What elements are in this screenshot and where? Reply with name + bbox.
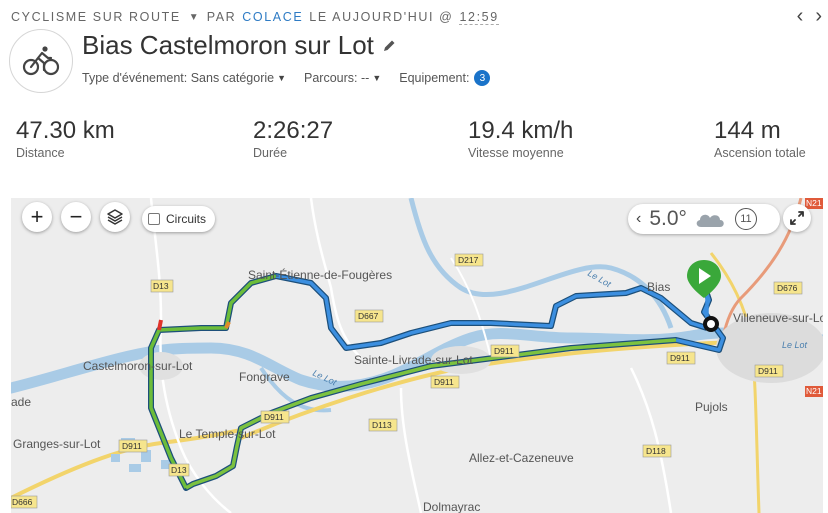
place-label: Allez-et-Cazeneuve <box>469 451 574 465</box>
road-label: N21 <box>806 386 822 396</box>
by-label: PAR <box>206 10 237 24</box>
activity-time[interactable]: 12:59 <box>459 10 499 25</box>
place-label: Sainte-Livrade-sur-Lot <box>354 353 473 367</box>
circuits-label: Circuits <box>166 212 207 226</box>
course-label: Parcours: -- <box>304 71 370 85</box>
stat-total-ascent: 144 m Ascension totale <box>714 117 806 160</box>
activity-pager: ‹ › <box>797 6 822 26</box>
place-label: Granges-sur-Lot <box>13 437 101 451</box>
stat-distance: 47.30 km Distance <box>16 117 115 160</box>
zoom-in-icon[interactable]: + <box>22 202 52 232</box>
stat-label: Vitesse moyenne <box>468 146 564 160</box>
stat-label: Durée <box>253 146 288 160</box>
stat-value: 47.30 km <box>16 117 115 144</box>
activity-type-label[interactable]: CYCLISME SUR ROUTE <box>11 10 181 24</box>
chevron-down-icon: ▼ <box>372 73 382 83</box>
activity-type-dropdown-icon[interactable]: ▼ <box>189 12 199 23</box>
equipment-selector[interactable]: Equipement: 3 <box>399 70 491 86</box>
road-label: D666 <box>12 497 33 507</box>
stat-average-speed: 19.4 km/h Vitesse moyenne <box>468 117 573 160</box>
stat-value: 144 m <box>714 117 781 144</box>
activity-title-text[interactable]: Bias Castelmoron sur Lot <box>82 30 374 61</box>
next-activity-icon[interactable]: › <box>815 6 822 26</box>
chevron-down-icon: ▼ <box>277 73 287 83</box>
road-label: D911 <box>264 412 284 422</box>
event-type-label: Type d'événement: Sans catégorie <box>82 71 275 85</box>
place-label: Dolmayrac <box>423 500 480 513</box>
previous-activity-icon[interactable]: ‹ <box>797 6 804 26</box>
date-label: LE AUJOURD'HUI @ <box>309 10 454 24</box>
road-label: D911 <box>494 346 514 356</box>
circuits-toggle[interactable]: Circuits <box>142 206 216 232</box>
place-label: Fongrave <box>239 370 290 384</box>
road-label: D13 <box>171 465 187 475</box>
event-type-dropdown[interactable]: Type d'événement: Sans catégorie ▼ <box>82 71 286 85</box>
road-label: N21 <box>806 198 822 208</box>
edit-title-icon[interactable] <box>382 39 396 53</box>
road-label: D911 <box>122 441 142 451</box>
expand-icon[interactable] <box>783 204 811 232</box>
equipment-count-badge: 3 <box>474 70 491 86</box>
temperature-value: 5.0° <box>649 207 687 230</box>
stat-value: 19.4 km/h <box>468 117 574 144</box>
road-label: D676 <box>777 283 798 293</box>
stat-duration: 2:26:27 Durée <box>253 117 333 160</box>
wind-icon: 11 <box>734 208 757 230</box>
river-label: Le Lot <box>782 340 808 350</box>
zoom-out-icon[interactable]: − <box>61 202 91 232</box>
stat-value: 2:26:27 <box>253 117 334 144</box>
activity-title: Bias Castelmoron sur Lot <box>82 30 396 61</box>
road-label: D911 <box>434 377 454 387</box>
road-label: D113 <box>372 420 392 430</box>
finish-marker-icon[interactable] <box>703 316 719 332</box>
place-label: Saint-Étienne-de-Fougères <box>248 267 392 282</box>
course-dropdown[interactable]: Parcours: -- ▼ <box>304 71 381 85</box>
stat-label: Ascension totale <box>714 146 806 160</box>
road-label: D217 <box>458 255 479 265</box>
place-label: Villeneuve-sur-Lot <box>733 311 823 325</box>
layers-icon[interactable] <box>100 202 130 232</box>
chevron-left-icon[interactable]: ‹ <box>636 210 641 228</box>
road-label: D667 <box>358 311 379 321</box>
place-label: ade <box>11 395 31 409</box>
activity-type-avatar <box>9 29 73 93</box>
road-label: D118 <box>646 446 666 456</box>
bicycle-icon <box>22 46 60 76</box>
circuits-checkbox[interactable] <box>148 213 160 225</box>
weather-widget[interactable]: ‹ 5.0° 11 <box>628 204 780 234</box>
road-label: D13 <box>153 281 169 291</box>
cloud-icon <box>696 214 724 227</box>
route-map[interactable]: Saint-Étienne-de-Fougères Bias Villeneuv… <box>11 198 823 513</box>
activity-header-bar: CYCLISME SUR ROUTE ▼ PAR COLACE LE AUJOU… <box>11 8 499 26</box>
road-label: D911 <box>670 353 690 363</box>
stat-label: Distance <box>16 146 65 160</box>
place-label: Bias <box>647 280 670 294</box>
activity-meta-row: Type d'événement: Sans catégorie ▼ Parco… <box>82 70 508 86</box>
author-link[interactable]: COLACE <box>242 10 303 24</box>
map-canvas[interactable]: Saint-Étienne-de-Fougères Bias Villeneuv… <box>11 198 823 513</box>
place-label: Pujols <box>695 400 728 414</box>
road-label: D911 <box>758 366 778 376</box>
equipment-label: Equipement: <box>399 71 470 85</box>
start-flag-icon[interactable] <box>687 260 721 298</box>
wind-speed: 11 <box>740 213 752 225</box>
river-label: Le Lot <box>586 268 613 289</box>
place-label: Le Temple-sur-Lot <box>179 427 276 441</box>
place-label: Castelmoron-sur-Lot <box>83 359 193 373</box>
